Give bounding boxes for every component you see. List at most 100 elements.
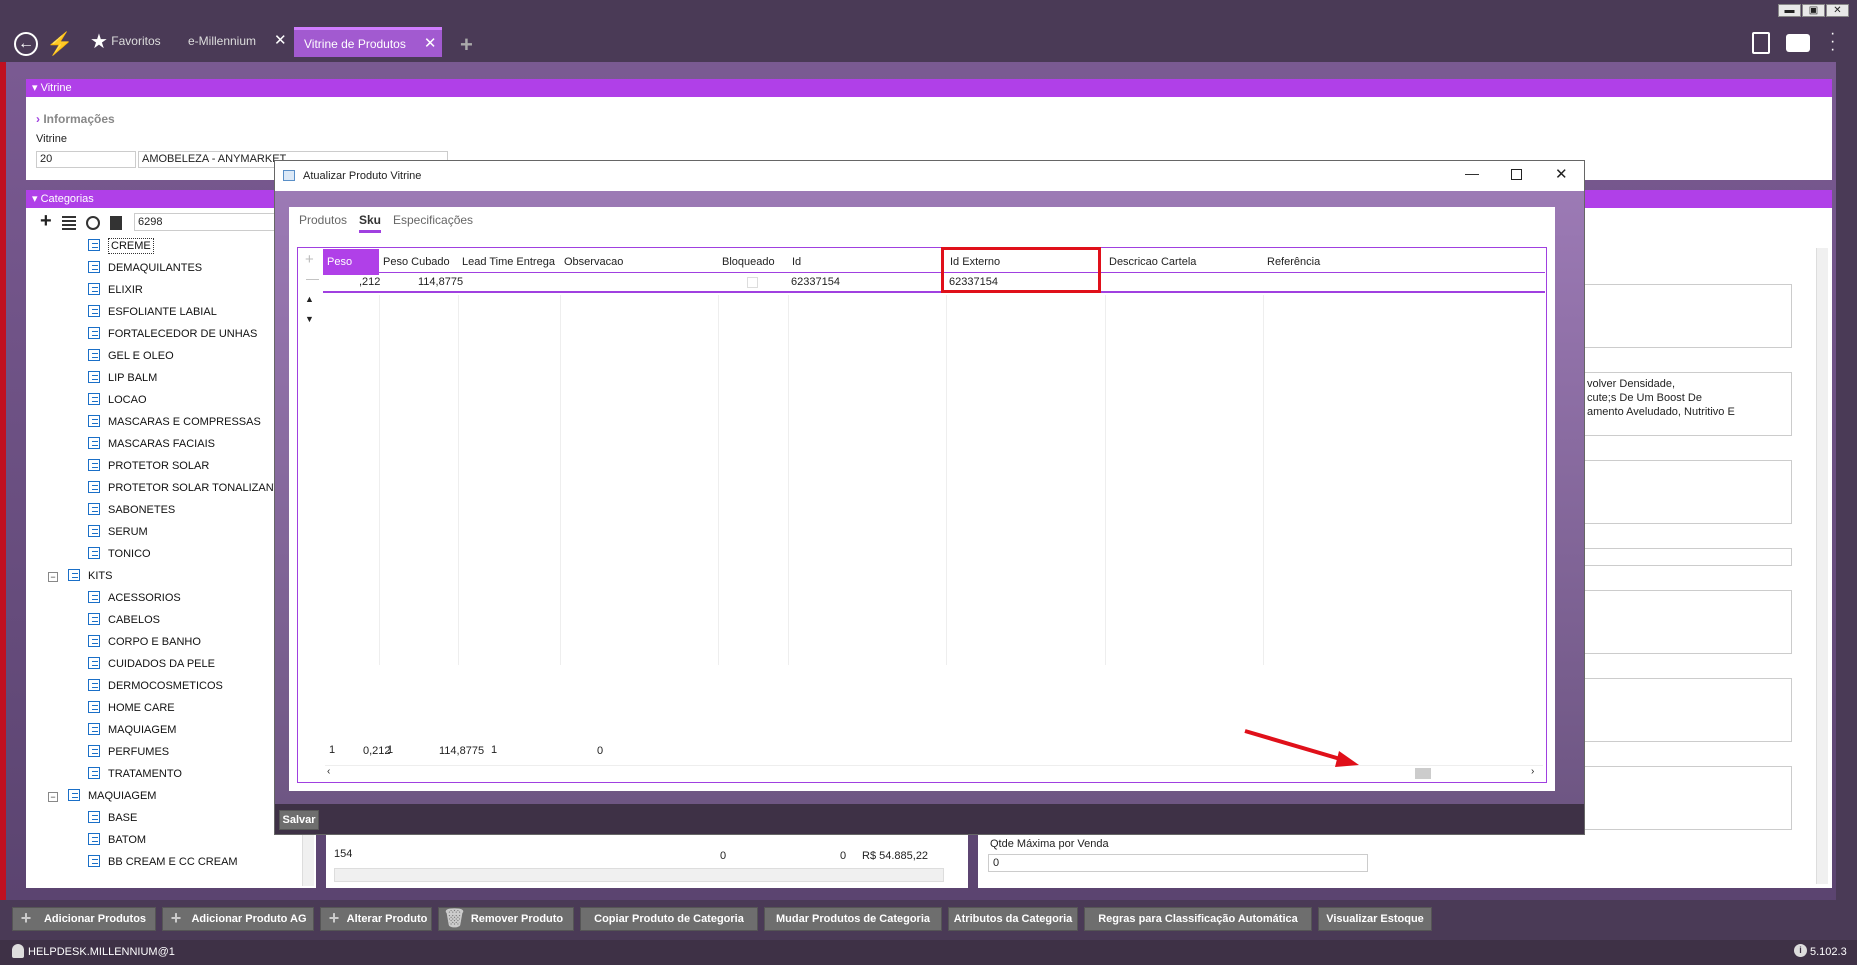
info-group-header[interactable]: › Informações bbox=[36, 112, 115, 126]
qtde-input[interactable]: 0 bbox=[988, 854, 1368, 872]
tree-item[interactable]: DEMAQUILANTES bbox=[88, 258, 202, 278]
tree-group[interactable]: − MAQUIAGEM bbox=[48, 786, 156, 806]
tree-item[interactable]: CUIDADOS DA PELE bbox=[88, 654, 215, 674]
tree-item[interactable]: ESFOLIANTE LABIAL bbox=[88, 302, 217, 322]
tree-group[interactable]: − KITS bbox=[48, 566, 112, 586]
col-descricao-cartela[interactable]: Descricao Cartela bbox=[1105, 249, 1263, 275]
tab-e-millennium[interactable]: e-Millennium ✕ bbox=[178, 27, 288, 57]
toolbar-button[interactable]: Visualizar Estoque bbox=[1318, 907, 1432, 931]
move-up-icon[interactable]: ▲ bbox=[305, 294, 314, 304]
tree-item[interactable]: PROTETOR SOLAR bbox=[88, 456, 209, 476]
tree-item[interactable]: CREME bbox=[88, 238, 154, 256]
tree-item[interactable]: ELIXIR bbox=[88, 280, 143, 300]
grid-row[interactable]: ,212 114,8775 62337154 62337154 bbox=[323, 273, 1545, 293]
chat-icon[interactable] bbox=[1786, 34, 1810, 52]
toolbar-button[interactable]: + Alterar Produto bbox=[320, 907, 432, 931]
toolbar-button[interactable]: + Adicionar Produto AG bbox=[162, 907, 314, 931]
detail-box-3[interactable] bbox=[1582, 460, 1792, 524]
dialog-minimize-icon[interactable]: — bbox=[1465, 165, 1479, 181]
tree-item[interactable]: BASE bbox=[88, 808, 137, 828]
dialog-close-icon[interactable]: ✕ bbox=[1555, 165, 1568, 183]
tree-item[interactable]: TRATAMENTO bbox=[88, 764, 182, 784]
detail-box-4[interactable] bbox=[1582, 548, 1792, 566]
tree-item[interactable]: MASCARAS FACIAIS bbox=[88, 434, 215, 454]
product-list-hscroll[interactable] bbox=[334, 868, 944, 882]
row-remove-icon[interactable]: — bbox=[306, 271, 319, 286]
row-add-icon[interactable]: + bbox=[305, 251, 314, 268]
toolbar-button[interactable]: + Adicionar Produtos bbox=[12, 907, 156, 931]
tree-item[interactable]: LOCAO bbox=[88, 390, 147, 410]
move-down-icon[interactable]: ▼ bbox=[305, 314, 314, 324]
maximize-icon[interactable]: ▣ bbox=[1802, 4, 1825, 17]
collapse-node-icon[interactable]: − bbox=[48, 792, 58, 802]
col-referencia[interactable]: Referência bbox=[1263, 249, 1421, 275]
close-window-icon[interactable]: ✕ bbox=[1826, 4, 1849, 17]
scroll-right-icon[interactable]: › bbox=[1531, 766, 1534, 777]
col-bloqueado[interactable]: Bloqueado bbox=[718, 249, 788, 275]
tree-item[interactable]: PERFUMES bbox=[88, 742, 169, 762]
tree-item[interactable]: CABELOS bbox=[88, 610, 160, 630]
tree-item[interactable]: TONICO bbox=[88, 544, 151, 564]
detail-box-7[interactable] bbox=[1582, 766, 1792, 830]
link-icon[interactable] bbox=[86, 216, 100, 230]
close-icon[interactable]: ✕ bbox=[424, 35, 437, 52]
trash-icon[interactable] bbox=[110, 216, 122, 230]
add-tab-icon[interactable]: + bbox=[460, 32, 473, 58]
vitrine-section-header[interactable]: ▾ Vitrine bbox=[26, 79, 1832, 97]
col-observacao[interactable]: Observacao bbox=[560, 249, 718, 275]
tree-item-label: BATOM bbox=[108, 834, 147, 846]
scroll-left-icon[interactable]: ‹ bbox=[327, 766, 330, 777]
tree-item[interactable]: GEL E OLEO bbox=[88, 346, 174, 366]
close-icon[interactable]: ✕ bbox=[274, 32, 287, 49]
tree-item[interactable]: MASCARAS E COMPRESSAS bbox=[88, 412, 261, 432]
detail-box-1[interactable] bbox=[1582, 284, 1792, 348]
scroll-thumb[interactable] bbox=[1415, 768, 1431, 779]
detail-box-6[interactable] bbox=[1582, 678, 1792, 742]
cell-bloqueado-checkbox[interactable] bbox=[747, 277, 758, 288]
footer-count: 1 bbox=[329, 744, 336, 756]
tab-vitrine-de-produtos[interactable]: Vitrine de Produtos ✕ bbox=[294, 27, 442, 57]
tree-item[interactable]: BB CREAM E CC CREAM bbox=[88, 852, 238, 872]
tab-sku[interactable]: Sku bbox=[359, 213, 382, 233]
collapse-node-icon[interactable]: − bbox=[48, 572, 58, 582]
tree-item[interactable]: MAQUIAGEM bbox=[88, 720, 176, 740]
cell-peso-cubado[interactable]: 114,8775 bbox=[418, 276, 463, 288]
tree-item[interactable]: CORPO E BANHO bbox=[88, 632, 201, 652]
col-id[interactable]: Id bbox=[788, 249, 946, 275]
cell-id[interactable]: 62337154 bbox=[791, 276, 840, 288]
col-peso-cubado[interactable]: Peso Cubado bbox=[379, 249, 458, 275]
tree-item[interactable]: SABONETES bbox=[88, 500, 175, 520]
tree-item[interactable]: BATOM bbox=[88, 830, 146, 850]
clipboard-icon[interactable] bbox=[1752, 32, 1770, 54]
details-scrollbar[interactable] bbox=[1816, 248, 1828, 884]
tree-item[interactable]: PROTETOR SOLAR TONALIZANTE bbox=[88, 478, 288, 498]
save-button[interactable]: Salvar bbox=[279, 810, 319, 830]
category-icon bbox=[68, 789, 80, 801]
vitrine-code-input[interactable]: 20 bbox=[36, 151, 136, 168]
tree-item[interactable]: HOME CARE bbox=[88, 698, 175, 718]
back-icon[interactable]: ← bbox=[14, 32, 38, 56]
add-icon[interactable]: + bbox=[40, 211, 52, 231]
more-icon[interactable]: · · · bbox=[1830, 26, 1835, 58]
cell-peso[interactable]: ,212 bbox=[359, 276, 380, 288]
tab-favoritos[interactable]: ★ Favoritos bbox=[80, 27, 165, 57]
col-lead-time[interactable]: Lead Time Entrega bbox=[458, 249, 560, 275]
tree-item[interactable]: DERMOCOSMETICOS bbox=[88, 676, 223, 696]
tree-item[interactable]: ACESSORIOS bbox=[88, 588, 181, 608]
tree-item[interactable]: LIP BALM bbox=[88, 368, 157, 388]
toolbar-button[interactable]: Regras para Classificação Automática bbox=[1084, 907, 1312, 931]
col-peso[interactable]: Peso bbox=[323, 249, 379, 275]
dialog-maximize-icon[interactable] bbox=[1511, 169, 1522, 180]
tree-item[interactable]: SERUM bbox=[88, 522, 148, 542]
tree-item[interactable]: FORTALECEDOR DE UNHAS bbox=[88, 324, 257, 344]
toolbar-button[interactable]: 🗑 Remover Produto bbox=[438, 907, 574, 931]
list-icon[interactable] bbox=[62, 216, 76, 230]
toolbar-button[interactable]: Atributos da Categoria bbox=[948, 907, 1078, 931]
tab-produtos[interactable]: Produtos bbox=[299, 213, 347, 227]
detail-box-5[interactable] bbox=[1582, 590, 1792, 654]
toolbar-button[interactable]: Copiar Produto de Categoria bbox=[580, 907, 758, 931]
detail-desc-box[interactable]: volver Densidade, cute;s De Um Boost De … bbox=[1582, 372, 1792, 436]
tab-especificacoes[interactable]: Especificações bbox=[393, 213, 473, 227]
minimize-icon[interactable]: ▬ bbox=[1778, 4, 1801, 17]
toolbar-button[interactable]: Mudar Produtos de Categoria bbox=[764, 907, 942, 931]
